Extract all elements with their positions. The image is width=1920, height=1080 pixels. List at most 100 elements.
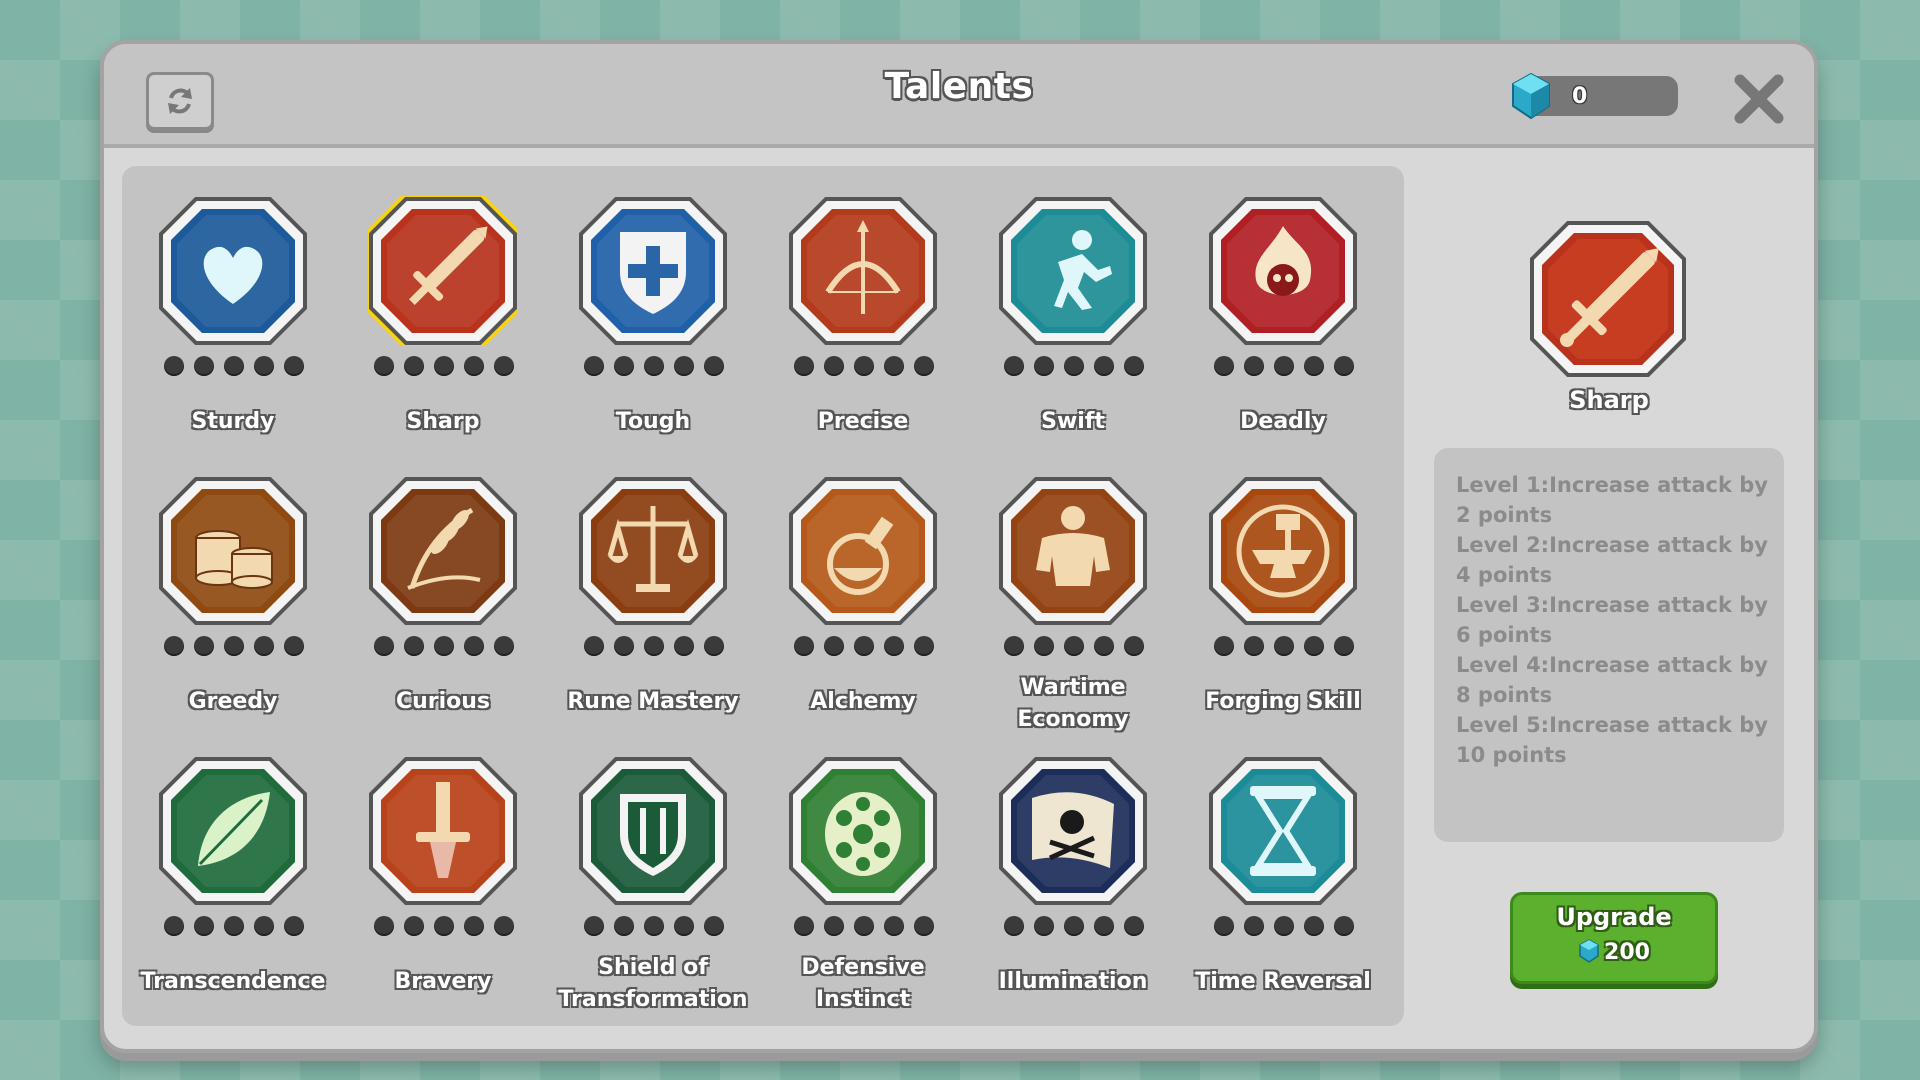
level-dot: [1064, 636, 1084, 656]
shield-cross-icon: [578, 196, 728, 346]
level-dots: [164, 356, 304, 378]
level-dot: [1004, 636, 1024, 656]
talent-name: Wartime Economy: [1017, 675, 1129, 732]
upgrade-label: Upgrade: [1556, 903, 1672, 931]
talent-slot[interactable]: Curious: [338, 476, 548, 746]
level-dot: [1274, 636, 1294, 656]
level-dot: [254, 356, 274, 376]
level-dot: [704, 356, 724, 376]
level-dots: [1004, 916, 1144, 938]
talent-slot[interactable]: Deadly: [1178, 196, 1388, 466]
level-dot: [614, 916, 634, 936]
talent-slot[interactable]: Rune Mastery: [548, 476, 758, 746]
level-dot: [1124, 356, 1144, 376]
level-dot: [464, 636, 484, 656]
selected-talent-sword-icon: [1530, 221, 1686, 377]
talent-slot[interactable]: Time Reversal: [1178, 756, 1388, 1026]
level-dot: [614, 636, 634, 656]
level-dot: [1244, 916, 1264, 936]
level-dot: [794, 916, 814, 936]
level-dot: [464, 916, 484, 936]
talent-slot[interactable]: Greedy: [128, 476, 338, 746]
level-dot: [494, 356, 514, 376]
level-dot: [914, 916, 934, 936]
level-dot: [1124, 916, 1144, 936]
talent-slot[interactable]: Alchemy: [758, 476, 968, 746]
level-dot: [1334, 916, 1354, 936]
turtle-shell-icon: [788, 756, 938, 906]
level-dots: [164, 916, 304, 938]
level-dot: [164, 356, 184, 376]
level-dot: [1334, 356, 1354, 376]
level-dot: [1214, 916, 1234, 936]
level-dot: [584, 636, 604, 656]
talent-slot[interactable]: Swift: [968, 196, 1178, 466]
talent-name: Rune Mastery: [567, 689, 739, 714]
level-dot: [1034, 916, 1054, 936]
level-dot: [674, 916, 694, 936]
talent-slot[interactable]: Defensive Instinct: [758, 756, 968, 1026]
level-dot: [224, 916, 244, 936]
level-dot: [584, 356, 604, 376]
level-dot: [1094, 916, 1114, 936]
talent-slot[interactable]: Illumination: [968, 756, 1178, 1026]
level-dot: [194, 916, 214, 936]
talent-slot[interactable]: Sturdy: [128, 196, 338, 466]
level-dot: [494, 916, 514, 936]
level-dot: [1304, 636, 1324, 656]
upgrade-button[interactable]: Upgrade 200: [1510, 892, 1718, 984]
level-dot: [254, 916, 274, 936]
talent-slot[interactable]: Forging Skill: [1178, 476, 1388, 746]
level-dot: [704, 636, 724, 656]
level-dot: [164, 636, 184, 656]
level-dots: [374, 636, 514, 658]
hourglass-icon: [1208, 756, 1358, 906]
strongman-icon: [998, 476, 1148, 626]
talent-slot[interactable]: Tough: [548, 196, 758, 466]
green-shield-icon: [578, 756, 728, 906]
talent-slot[interactable]: Sharp: [338, 196, 548, 466]
level-dots: [374, 916, 514, 938]
talent-name: Greedy: [188, 689, 278, 714]
close-icon[interactable]: [1732, 72, 1786, 126]
talent-slot[interactable]: Bravery: [338, 756, 548, 1026]
level-dot: [434, 636, 454, 656]
dagger-icon: [368, 756, 518, 906]
level-dot: [824, 636, 844, 656]
talent-slot[interactable]: Wartime Economy: [968, 476, 1178, 746]
level-dot: [884, 916, 904, 936]
sword-icon: [368, 196, 518, 346]
anvil-hammer-icon: [1208, 476, 1358, 626]
level-dot: [374, 636, 394, 656]
level-dot: [914, 356, 934, 376]
talent-name: Time Reversal: [1195, 969, 1371, 994]
talent-slot[interactable]: Transcendence: [128, 756, 338, 1026]
level-dot: [674, 356, 694, 376]
talent-slot[interactable]: Shield of Transformation: [548, 756, 758, 1026]
level-dot: [584, 916, 604, 936]
level-dot: [1034, 356, 1054, 376]
talent-name: Shield of Transformation: [558, 955, 748, 1012]
level-dot: [1214, 636, 1234, 656]
level-dot: [164, 916, 184, 936]
level-dot: [1094, 636, 1114, 656]
level-description: Level 4:Increase attack by 8 points: [1456, 653, 1768, 707]
level-dot: [434, 356, 454, 376]
frozen-heart-icon: [158, 196, 308, 346]
level-dot: [854, 916, 874, 936]
talent-slot[interactable]: Precise: [758, 196, 968, 466]
level-dot: [644, 356, 664, 376]
talent-name: Precise: [817, 409, 909, 434]
level-dot: [284, 356, 304, 376]
level-dot: [674, 636, 694, 656]
talent-name: Sturdy: [191, 409, 275, 434]
level-dot: [434, 916, 454, 936]
talent-name: Defensive Instinct: [801, 955, 925, 1012]
level-dot: [1064, 916, 1084, 936]
level-dot: [1244, 636, 1264, 656]
level-dot: [254, 636, 274, 656]
potion-flask-icon: [788, 476, 938, 626]
level-dot: [1064, 356, 1084, 376]
talent-name: Forging Skill: [1205, 689, 1361, 714]
level-dot: [824, 916, 844, 936]
